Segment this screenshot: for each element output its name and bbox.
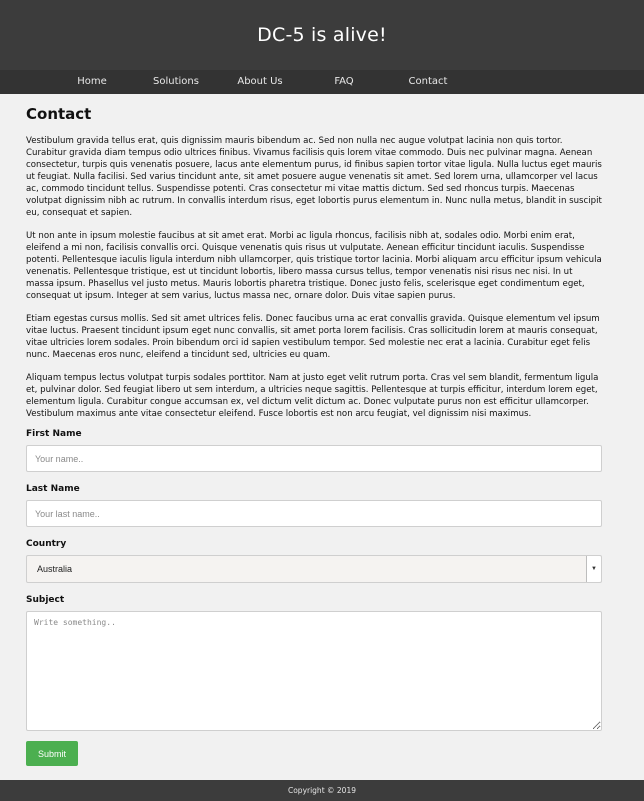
- country-select[interactable]: Australia ▼: [26, 555, 602, 583]
- first-name-label: First Name: [26, 429, 82, 439]
- subject-label: Subject: [26, 595, 65, 605]
- site-footer: Copyright © 2019: [0, 780, 644, 801]
- site-header: DC-5 is alive!: [0, 0, 644, 70]
- country-label: Country: [26, 539, 67, 549]
- last-name-label: Last Name: [26, 484, 80, 494]
- site-title: DC-5 is alive!: [257, 24, 387, 46]
- last-name-input[interactable]: [26, 500, 602, 527]
- body-paragraph: Etiam egestas cursus mollis. Sed sit ame…: [26, 314, 600, 360]
- main-content: Contact Vestibulum gravida tellus erat, …: [0, 94, 644, 780]
- nav-item-about-us[interactable]: About Us: [220, 70, 300, 94]
- body-paragraph: Vestibulum gravida tellus erat, quis dig…: [26, 136, 602, 218]
- nav-item-faq[interactable]: FAQ: [304, 70, 384, 94]
- main-nav: Home Solutions About Us FAQ Contact: [0, 70, 644, 94]
- chevron-down-icon[interactable]: ▼: [586, 556, 601, 582]
- country-select-value: Australia: [37, 564, 73, 574]
- body-paragraph: Ut non ante in ipsum molestie faucibus a…: [26, 231, 602, 301]
- body-paragraph: Aliquam tempus lectus volutpat turpis so…: [26, 373, 599, 419]
- first-name-input[interactable]: [26, 445, 602, 472]
- submit-button[interactable]: Submit: [26, 741, 78, 766]
- contact-form: First Name Last Name Country Australia ▼…: [26, 429, 602, 766]
- subject-textarea[interactable]: [26, 611, 602, 731]
- nav-item-solutions[interactable]: Solutions: [136, 70, 216, 94]
- nav-item-contact[interactable]: Contact: [388, 70, 468, 94]
- nav-item-home[interactable]: Home: [52, 70, 132, 94]
- copyright-text: Copyright © 2019: [287, 786, 356, 795]
- page-title: Contact: [26, 105, 92, 123]
